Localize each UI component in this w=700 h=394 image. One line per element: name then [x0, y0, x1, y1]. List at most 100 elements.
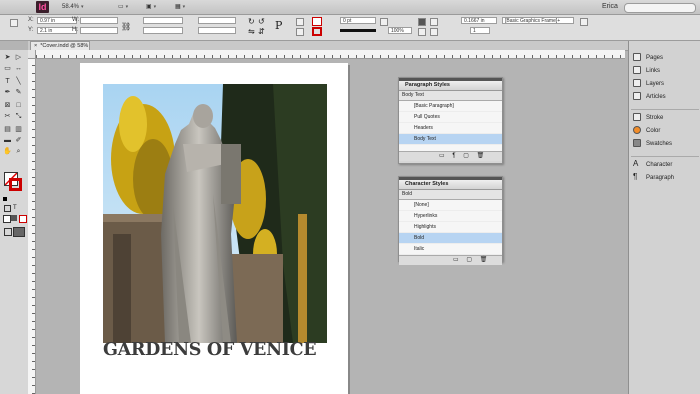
select-content-icon[interactable]: [296, 28, 304, 36]
fit-frame-icon[interactable]: [430, 28, 438, 36]
character-style-item[interactable]: Hyperlinks: [399, 211, 502, 222]
rect-frame-icon[interactable]: ⊠: [3, 101, 12, 110]
close-tab-icon[interactable]: ×: [34, 43, 37, 49]
direct-select-icon[interactable]: ▷: [14, 53, 23, 62]
new-group-icon[interactable]: ▭: [453, 257, 459, 263]
screen-mode-button[interactable]: ▣ ▾: [146, 3, 156, 11]
paragraph-styles-title[interactable]: Paragraph Styles: [399, 81, 502, 91]
hand-icon[interactable]: ✋: [3, 147, 12, 156]
gradient-icon[interactable]: ▤: [3, 125, 12, 134]
character-styles-title[interactable]: Character Styles: [399, 180, 502, 190]
trash-icon[interactable]: 🗑: [480, 257, 488, 263]
scale-y-field[interactable]: [143, 27, 183, 34]
stroke-swatch-icon[interactable]: [312, 27, 322, 36]
normal-mode-icon[interactable]: [4, 228, 12, 236]
preview-mode-icon[interactable]: [13, 227, 25, 237]
rotate-cw-icon[interactable]: ↻: [248, 17, 255, 26]
constrain-proportions-icon[interactable]: ⛓: [121, 22, 131, 31]
drop-shadow-icon[interactable]: [380, 18, 388, 26]
dock-item-pages[interactable]: Pages: [633, 52, 699, 64]
character-style-item[interactable]: Bold: [399, 233, 502, 244]
dock-item-layers[interactable]: Layers: [633, 78, 699, 90]
format-text-icon[interactable]: T: [13, 205, 17, 211]
pen-icon[interactable]: ✒: [3, 88, 12, 97]
paragraph-symbol-icon[interactable]: P: [275, 19, 282, 32]
character-style-item[interactable]: [None]: [399, 200, 502, 211]
character-style-item[interactable]: Highlights: [399, 222, 502, 233]
rect-icon[interactable]: □: [14, 101, 23, 110]
dock-item-character[interactable]: A Character: [633, 159, 699, 171]
document-tab[interactable]: × *Cover.indd @ 58%: [30, 41, 90, 50]
object-style-dropdown[interactable]: [Basic Graphics Frame]+: [502, 17, 574, 24]
panel-menu-icon[interactable]: [580, 18, 588, 26]
dock-item-swatches[interactable]: Swatches: [633, 138, 699, 150]
character-style-item[interactable]: Italic: [399, 244, 502, 255]
x-position-field[interactable]: 0.97 in: [37, 17, 77, 24]
rotate-ccw-icon[interactable]: ↺: [258, 17, 265, 26]
horizontal-ruler[interactable]: [28, 50, 625, 59]
stroke-weight-field[interactable]: 0 pt: [340, 17, 376, 24]
select-container-icon[interactable]: [296, 18, 304, 26]
dock-item-paragraph[interactable]: ¶ Paragraph: [633, 172, 699, 184]
stroke-icon: [633, 113, 641, 122]
cover-title[interactable]: GARDENS OF VENICE: [103, 340, 327, 360]
type-icon[interactable]: T: [3, 77, 12, 86]
clear-overrides-icon[interactable]: ¶: [452, 153, 455, 159]
apply-gradient-icon[interactable]: [11, 215, 17, 221]
reference-point-icon[interactable]: [10, 19, 18, 27]
new-style-icon[interactable]: ▢: [463, 153, 469, 159]
flip-horizontal-icon[interactable]: ⇋: [248, 27, 255, 36]
eyedropper-icon[interactable]: ✐: [14, 136, 23, 145]
arrange-documents-button[interactable]: ▦ ▾: [175, 3, 185, 11]
stroke-color-icon[interactable]: [9, 178, 22, 191]
zoom-level-dropdown[interactable]: 58.4% ▾: [62, 3, 84, 11]
offset-field[interactable]: 0.1667 in: [461, 17, 497, 24]
note-icon[interactable]: ▬: [3, 136, 12, 145]
transform-icon[interactable]: ⤡: [14, 112, 23, 121]
text-wrap-icon[interactable]: [418, 18, 426, 26]
line-icon[interactable]: ╲: [14, 77, 23, 86]
dock-item-color[interactable]: Color: [633, 125, 699, 137]
dock-item-articles[interactable]: Articles: [633, 91, 699, 103]
trash-icon[interactable]: 🗑: [477, 153, 485, 159]
fit-content-icon[interactable]: [418, 28, 426, 36]
apply-color-icon[interactable]: [3, 215, 11, 223]
new-style-icon[interactable]: ▢: [466, 257, 472, 263]
rotation-field[interactable]: [198, 17, 236, 24]
pencil-icon[interactable]: ✎: [14, 88, 23, 97]
apply-none-icon[interactable]: [19, 215, 27, 223]
vertical-ruler[interactable]: [28, 58, 36, 394]
paragraph-style-item[interactable]: Pull Quotes: [399, 112, 502, 123]
stroke-type-selector[interactable]: [340, 29, 376, 32]
view-options-button[interactable]: ▭ ▾: [118, 3, 128, 11]
gap-icon[interactable]: ↔: [14, 64, 23, 73]
paragraph-style-item[interactable]: Headers: [399, 123, 502, 134]
fill-swatch-icon[interactable]: [312, 17, 322, 26]
paragraph-style-item[interactable]: [Basic Paragraph]: [399, 101, 502, 112]
scissors-icon[interactable]: ✂: [3, 112, 12, 121]
auto-fit-icon[interactable]: [430, 18, 438, 26]
gradient-feather-icon[interactable]: ▥: [14, 125, 23, 134]
search-input[interactable]: [624, 3, 696, 13]
y-position-field[interactable]: 2.1 in: [37, 27, 77, 34]
page-icon[interactable]: ▭: [3, 64, 12, 73]
scale-x-field[interactable]: [143, 17, 183, 24]
selection-icon[interactable]: ➤: [3, 53, 12, 62]
dock-item-links[interactable]: Links: [633, 65, 699, 77]
format-container-icon[interactable]: [4, 205, 11, 212]
new-group-icon[interactable]: ▭: [439, 153, 445, 159]
cover-photo[interactable]: [103, 84, 327, 343]
default-colors-icon[interactable]: [3, 197, 7, 201]
zoom-icon[interactable]: ⌕: [14, 147, 23, 156]
dock-item-stroke[interactable]: Stroke: [633, 112, 699, 124]
opacity-field[interactable]: 100%: [388, 27, 412, 34]
columns-field[interactable]: 1: [470, 27, 490, 34]
ruler-origin[interactable]: [28, 50, 36, 59]
shear-field[interactable]: [198, 27, 236, 34]
width-field[interactable]: [80, 17, 118, 24]
character-icon: A: [633, 159, 639, 169]
paragraph-style-item[interactable]: Body Text: [399, 134, 502, 145]
flip-vertical-icon[interactable]: ⇵: [258, 27, 265, 36]
height-field[interactable]: [80, 27, 118, 34]
user-name[interactable]: Erica: [602, 3, 618, 10]
